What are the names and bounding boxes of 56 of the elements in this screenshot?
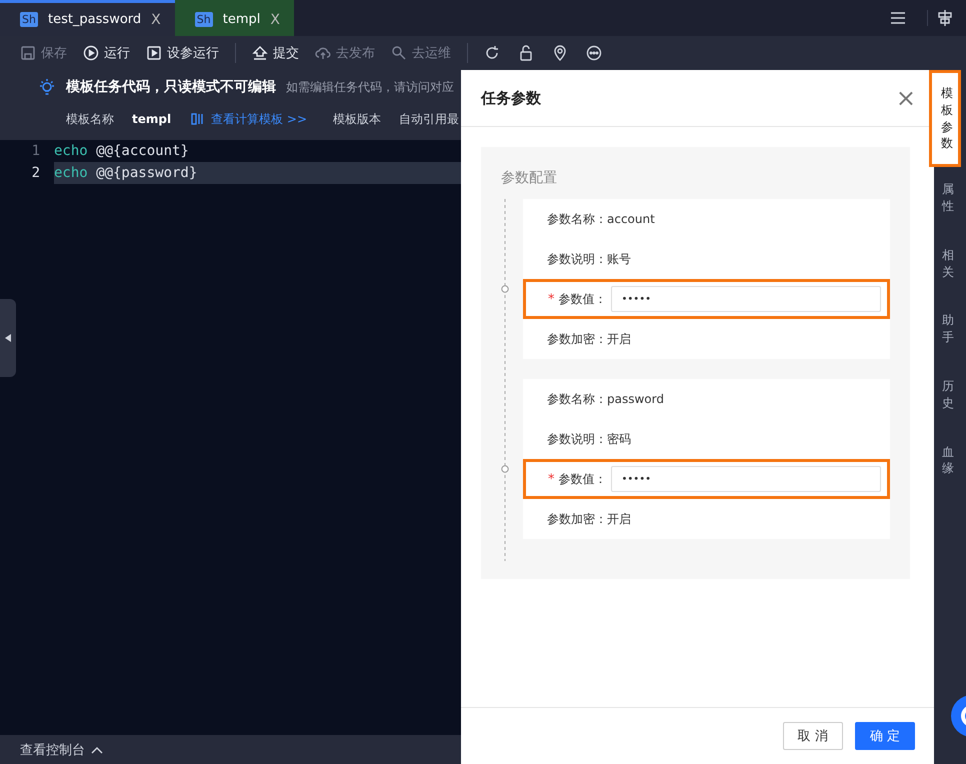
layout-icon[interactable] — [927, 10, 952, 26]
banner-note: 如需编辑任务代码，请访问对应 — [286, 78, 454, 96]
collapse-handle[interactable] — [0, 299, 16, 377]
cloud-upload-icon — [315, 45, 331, 61]
save-icon — [20, 45, 36, 61]
side-tab[interactable]: 相关 — [942, 232, 954, 298]
cancel-button[interactable]: 取 消 — [782, 722, 843, 750]
template-name: templ — [132, 112, 172, 126]
section-title: 参数配置 — [501, 169, 558, 187]
side-tab[interactable]: 历史 — [942, 364, 954, 430]
required-mark: * — [548, 472, 554, 486]
param-value-label: 参数值： — [558, 290, 606, 308]
file-tab[interactable]: Sh test_password X — [0, 0, 175, 36]
view-template-link[interactable]: 查看计算模板 >> — [211, 110, 308, 128]
template-version: 自动引用最 — [399, 110, 460, 128]
file-tab[interactable]: Sh templ X — [174, 0, 294, 36]
lightbulb-icon — [38, 78, 56, 96]
param-value-label: 参数值： — [558, 470, 606, 488]
drawer-title: 任务参数 — [481, 88, 541, 108]
play-square-icon — [146, 45, 162, 61]
template-version-label: 模板版本 — [333, 110, 382, 128]
chevron-up-icon — [91, 746, 103, 754]
param-description: 参数说明：账号 — [546, 251, 632, 268]
close-button[interactable]: × — [896, 84, 916, 112]
param-value-field[interactable]: ••••• — [610, 466, 880, 492]
side-tab[interactable]: 血缘 — [942, 430, 954, 496]
line-number: 1 — [30, 143, 41, 159]
menu-icon[interactable] — [891, 12, 905, 24]
console-toggle[interactable]: 查看控制台 — [20, 740, 103, 758]
confirm-button[interactable]: 确 定 — [854, 722, 915, 750]
toolbar-button[interactable]: 提交 — [252, 44, 299, 62]
more-icon[interactable] — [586, 45, 602, 61]
line-number: 2 — [30, 165, 41, 181]
magnifier-icon — [391, 45, 407, 61]
banner-title: 模板任务代码，只读模式不可编辑 — [66, 78, 276, 96]
param-encryption: 参数加密：开启 — [546, 511, 632, 528]
floating-help-button[interactable] — [950, 694, 966, 738]
param-value-field[interactable]: ••••• — [610, 286, 880, 312]
play-circle-icon — [83, 45, 99, 61]
param-name: 参数名称：password — [546, 391, 665, 408]
location-pin-icon[interactable] — [552, 45, 568, 61]
upload-icon — [252, 45, 268, 61]
side-tab[interactable]: 助手 — [942, 298, 954, 364]
required-mark: * — [548, 292, 554, 306]
template-name-label: 模板名称 — [66, 110, 114, 128]
side-tab[interactable]: 属性 — [942, 167, 954, 233]
refresh-icon[interactable] — [484, 45, 500, 61]
param-encryption: 参数加密：开启 — [546, 331, 632, 348]
toolbar-button[interactable]: 设参运行 — [146, 44, 219, 62]
lock-icon[interactable] — [518, 45, 534, 61]
param-description: 参数说明：密码 — [546, 431, 632, 448]
toolbar-button[interactable]: 运行 — [83, 44, 130, 62]
code-line: echo @@{account} — [54, 142, 190, 161]
columns-icon — [191, 113, 204, 125]
side-tab[interactable]: 模板参数 — [929, 70, 961, 168]
param-name: 参数名称：account — [546, 211, 656, 228]
